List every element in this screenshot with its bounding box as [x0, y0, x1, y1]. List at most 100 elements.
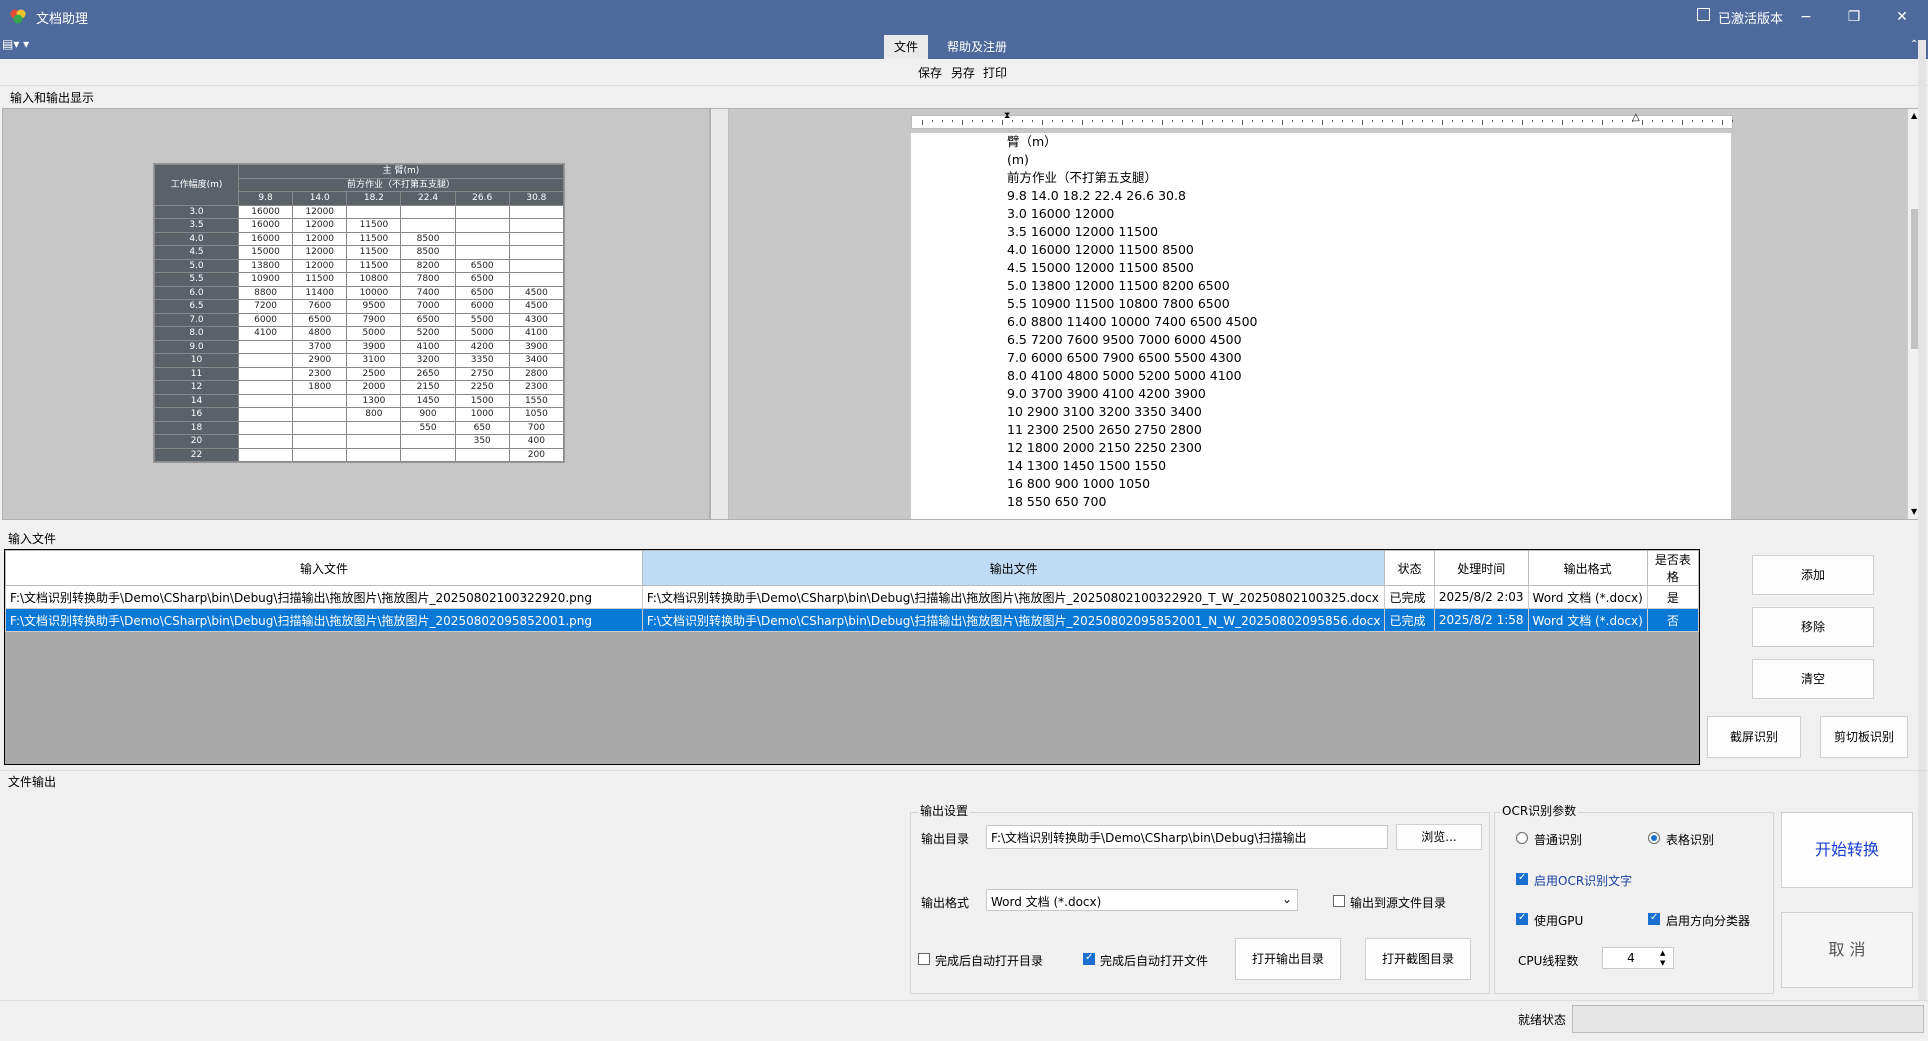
thumb-col-3: 22.4 — [400, 191, 456, 206]
thumb-row: 3.5 16000 12000 11500 — [154, 218, 565, 233]
thumb-cell: 3700 — [292, 339, 348, 354]
tab-file[interactable]: 文件 — [884, 35, 929, 59]
auto-open-file-checkbox[interactable] — [1083, 952, 1095, 965]
ruler-tick — [1642, 120, 1643, 125]
ruler-tick — [1112, 120, 1113, 122]
table-cell: F:\文档识别转换助手\Demo\CSharp\bin\Debug\扫描输出\拖… — [641, 585, 1386, 609]
ruler-right-marker[interactable]: △ — [1632, 112, 1640, 123]
add-button[interactable]: 添加 — [1752, 555, 1874, 595]
ruler-tick — [952, 120, 953, 122]
table-row[interactable]: F:\文档识别转换助手\Demo\CSharp\bin\Debug\扫描输出\拖… — [5, 585, 1700, 609]
output-format-select[interactable]: Word 文档 (*.docx) ⌄ — [986, 889, 1298, 911]
ruler-tick — [1102, 120, 1103, 122]
thumb-cell: 6500 — [292, 312, 348, 327]
input-files-grid[interactable]: 输入文件 输出文件 状态 处理时间 输出格式 是否表格 F:\文档识别转换助手\Demo\… — [4, 549, 1700, 765]
thumb-cell — [400, 434, 456, 449]
close-button[interactable]: ✕ — [1880, 4, 1924, 30]
doc-line: 6.5 7200 7600 9500 7000 6000 4500 — [1007, 332, 1242, 347]
clipboard-ocr-button[interactable]: 剪切板识别 — [1820, 716, 1908, 758]
save-button[interactable]: 保存 — [918, 64, 942, 81]
doc-line: 9.0 3700 3900 4100 4200 3900 — [1007, 386, 1206, 401]
thumb-subtitle: 前方作业（不打第五支腿） — [238, 177, 564, 192]
output-format-value: Word 文档 (*.docx) — [991, 895, 1102, 909]
thumb-cell: 13800 — [237, 258, 294, 273]
ruler-tick — [1632, 120, 1633, 122]
maximize-button[interactable]: ❐ — [1832, 4, 1876, 30]
ruler-tick — [1482, 120, 1483, 125]
tab-help-register[interactable]: 帮助及注册 — [937, 35, 1017, 59]
output-dir-input[interactable]: F:\文档识别转换助手\Demo\CSharp\bin\Debug\扫描输出 — [986, 825, 1388, 849]
auto-open-dir-checkbox[interactable] — [918, 953, 930, 965]
document-page[interactable]: 臂（m） (m) 前方作业（不打第五支腿） 9.8 14.0 18.2 22.4 26… — [911, 133, 1731, 519]
ruler-tick — [1512, 120, 1513, 122]
thumb-cell: 18 — [154, 420, 239, 435]
thumb-cell: 6.5 — [154, 299, 239, 314]
thumb-cell: 1500 — [454, 393, 510, 408]
scroll-down-icon[interactable]: ▼ — [1911, 507, 1917, 516]
ruler-tick — [1612, 120, 1613, 122]
normal-ocr-radio[interactable] — [1516, 832, 1528, 844]
scroll-up-icon[interactable]: ▲ — [1911, 111, 1917, 120]
print-button[interactable]: 打印 — [983, 64, 1007, 81]
browse-button[interactable]: 浏览... — [1396, 824, 1482, 850]
table-cell: F:\文档识别转换助手\Demo\CSharp\bin\Debug\扫描输出\拖… — [5, 585, 643, 609]
grid-header-3[interactable]: 处理时间 — [1433, 550, 1529, 586]
direction-cls-checkbox[interactable] — [1648, 912, 1660, 925]
thumb-cell — [292, 420, 348, 435]
document-preview-pane[interactable]: ⧗ △ 臂（m） (m) 前方作业（不打第五支腿） 9.8 14.0 18.2 22.… — [710, 108, 1926, 520]
thumb-cell: 16000 — [237, 204, 294, 219]
screen-ocr-button[interactable]: 截屏识别 — [1707, 716, 1801, 758]
ruler-tick — [1592, 120, 1593, 122]
table-row[interactable]: F:\文档识别转换助手\Demo\CSharp\bin\Debug\扫描输出\拖… — [5, 608, 1700, 632]
open-output-dir-button[interactable]: 打开输出目录 — [1235, 938, 1341, 980]
thumb-cell: 8500 — [400, 245, 456, 260]
thumb-cell — [400, 218, 456, 233]
thumb-cell: 2900 — [292, 353, 348, 368]
output-dir-label: 输出目录 — [921, 832, 970, 846]
thumb-cell — [454, 218, 510, 233]
table-cell: 已完成 — [1384, 585, 1435, 609]
activated-label[interactable]: 已激活版本 — [1718, 8, 1783, 27]
grid-header-5[interactable]: 是否表格 — [1646, 550, 1700, 586]
to-source-dir-checkbox[interactable] — [1333, 895, 1345, 907]
doc-line: 10 2900 3100 3200 3350 3400 — [1007, 404, 1202, 419]
doc-line: 5.0 13800 12000 11500 8200 6500 — [1007, 278, 1230, 293]
grid-header-2[interactable]: 状态 — [1384, 550, 1435, 586]
image-preview-pane[interactable]: 工作幅度(m) 主 臂(m) 前方作业（不打第五支腿） 9.8 14.0 18.2 2… — [2, 108, 710, 520]
doc-line: 12 1800 2000 2150 2250 2300 — [1007, 440, 1202, 455]
grid-header-4[interactable]: 输出格式 — [1527, 550, 1648, 586]
ruler-tick — [1222, 120, 1223, 122]
table-cell: F:\文档识别转换助手\Demo\CSharp\bin\Debug\扫描输出\拖… — [641, 608, 1386, 632]
enable-ocr-text-checkbox[interactable] — [1516, 872, 1528, 885]
use-gpu-checkbox[interactable] — [1516, 912, 1528, 925]
file-output-label: 文件输出 — [8, 775, 57, 789]
thumb-cell — [237, 353, 294, 368]
ruler-tick — [932, 120, 933, 122]
grid-header-0[interactable]: 输入文件 — [5, 550, 643, 586]
stepper-arrows-icon[interactable]: ▲ ▼ — [1660, 948, 1665, 968]
table-ocr-radio[interactable] — [1648, 832, 1660, 844]
thumb-row: 18 550 650 700 — [154, 420, 565, 435]
start-convert-button[interactable]: 开始转换 — [1781, 812, 1913, 888]
thumb-cell: 350 — [454, 434, 510, 449]
minimize-button[interactable]: − — [1784, 4, 1828, 30]
thumb-cell: 2300 — [508, 380, 565, 395]
doc-line: 18 550 650 700 — [1007, 494, 1107, 509]
clear-button[interactable]: 清空 — [1752, 659, 1874, 699]
thumb-cell: 5000 — [346, 326, 402, 341]
grid-header-1[interactable]: 输出文件 — [641, 550, 1386, 586]
remove-button[interactable]: 移除 — [1752, 607, 1874, 647]
thumb-row: 3.0 16000 12000 — [154, 204, 565, 219]
thumb-cell: 16 — [154, 407, 239, 422]
thumb-row: 5.0 13800 12000 11500 8200 6500 — [154, 258, 565, 273]
quick-access-toolbar[interactable]: ▤▾ ▾ — [2, 37, 29, 51]
thumb-cell — [454, 245, 510, 260]
ruler-indent-marker[interactable]: ⧗ — [1004, 111, 1010, 121]
open-screenshot-dir-button[interactable]: 打开截图目录 — [1365, 938, 1471, 980]
cancel-button[interactable]: 取 消 — [1781, 912, 1913, 988]
save-as-button[interactable]: 另存 — [951, 64, 975, 81]
thumb-cell: 8500 — [400, 231, 456, 246]
window-scrollbar[interactable] — [1918, 40, 1926, 1000]
thumb-row: 9.0 3700 3900 4100 4200 3900 — [154, 339, 565, 354]
thumb-cell — [508, 231, 565, 246]
